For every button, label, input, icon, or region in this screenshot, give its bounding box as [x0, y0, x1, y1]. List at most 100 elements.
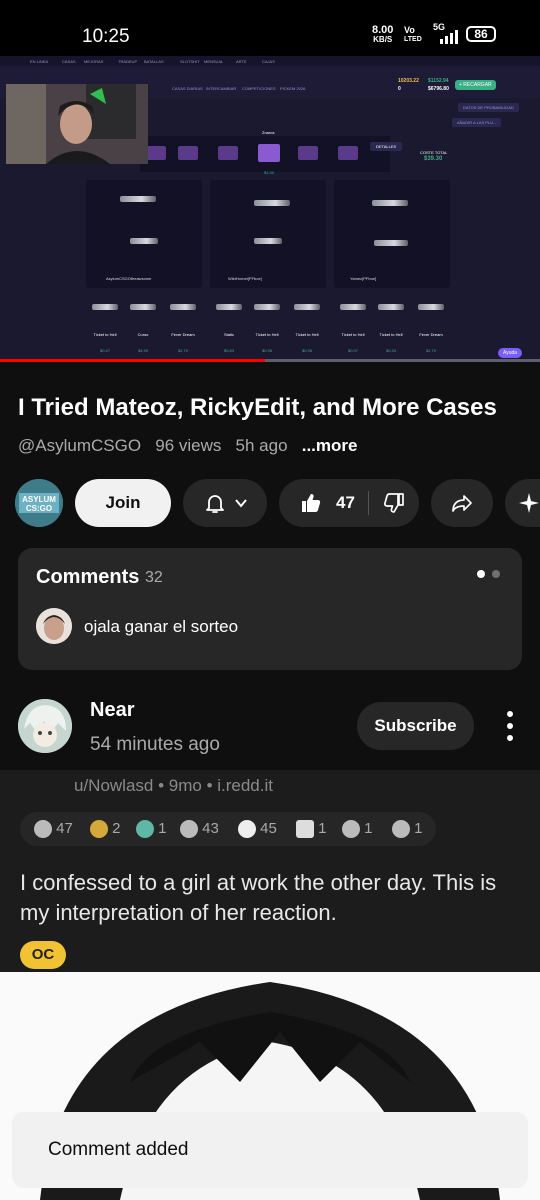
- like-icon[interactable]: [299, 491, 323, 515]
- status-bar: 10:25 8.00 KB/S Vo LTED 5G 86: [0, 0, 540, 56]
- carousel-dot-active: [477, 570, 485, 578]
- more-link[interactable]: ...more: [302, 436, 358, 455]
- item-value: $4.99: [137, 348, 148, 353]
- item-value: $2.79: [425, 348, 436, 353]
- skin-image: [294, 304, 320, 310]
- dislike-icon[interactable]: [382, 491, 406, 515]
- post-headline: I confessed to a girl at work the other …: [20, 870, 497, 925]
- battery-icon: 86: [466, 26, 496, 42]
- comments-section[interactable]: Comments 32 ojala ganar el sorteo: [18, 548, 522, 670]
- cost-value: $39.30: [424, 156, 443, 162]
- post-image[interactable]: u/Nowlasd • 9mo • i.redd.it 47 2 1 43 45…: [0, 770, 540, 972]
- player-name: WildHornet[PFboe]: [228, 276, 262, 281]
- item-value: $2.79: [177, 348, 188, 353]
- item-name: Ticket to Hell: [255, 332, 279, 337]
- site-nav-item: COMPETICIONES: [242, 86, 276, 91]
- channel-avatar[interactable]: ASYLUM CS:GO: [15, 479, 63, 527]
- item-value: $0.07: [347, 348, 358, 353]
- site-balance: 10203.22: [398, 78, 419, 84]
- comments-count: 32: [145, 569, 163, 586]
- remix-button[interactable]: [505, 479, 540, 527]
- video-title[interactable]: I Tried Mateoz, RickyEdit, and More Case…: [18, 394, 528, 422]
- oc-flair: OC: [20, 941, 66, 969]
- item-name: Fever Dream: [171, 332, 195, 337]
- channel-logo-text: ASYLUM CS:GO: [22, 495, 56, 513]
- site-link: CASAS: [62, 59, 76, 64]
- player-card: Yamez[PFboe]: [334, 180, 450, 288]
- upload-age: 5h ago: [235, 436, 288, 455]
- site-link: BATALLAS: [144, 59, 164, 64]
- site-link: CAJAS: [262, 59, 275, 64]
- skin-image: [374, 240, 408, 246]
- facepalm-award-icon: [180, 820, 198, 839]
- case-name: Znarca: [262, 130, 275, 135]
- item-value: $0.33: [385, 348, 396, 353]
- bell-icon: [206, 495, 224, 513]
- details-button: DETALLES: [370, 142, 403, 151]
- snackbar-toast: Comment added: [12, 1112, 528, 1188]
- status-time: 10:25: [82, 26, 130, 47]
- award: 1: [296, 820, 327, 839]
- like-dislike-group: 47: [279, 479, 419, 527]
- carousel-dot: [492, 570, 500, 578]
- site-link: ARTE: [236, 59, 247, 64]
- cost-label: COSTE TOTAL: [420, 150, 448, 155]
- webcam-overlay: [6, 84, 148, 164]
- item-name: Ticket to Hell: [379, 332, 403, 337]
- award: 47: [34, 820, 73, 839]
- item-name: Ticket to Hell: [295, 332, 319, 337]
- item-name: Static: [223, 332, 234, 337]
- volte-indicator: Vo LTED: [404, 26, 422, 44]
- post-source: u/Nowlasd • 9mo • i.redd.it: [74, 776, 273, 795]
- notifications-button[interactable]: [183, 479, 267, 527]
- chevron-down-icon: [235, 499, 247, 508]
- join-button[interactable]: Join: [75, 479, 171, 527]
- press-f-award-icon: [296, 820, 314, 839]
- case-item-selected: [258, 144, 280, 162]
- post-author-name[interactable]: Near: [90, 699, 134, 722]
- signal-icon: [440, 30, 458, 44]
- item-value: $0.96: [261, 348, 272, 353]
- site-balance-3: $6796.80: [428, 86, 449, 92]
- player-card: AsylumCSGOtheawsome: [86, 180, 202, 288]
- case-item: [298, 146, 318, 160]
- probability-button: DATOS DE PROBABILIDAD: [458, 103, 519, 112]
- site-nav-item: CASAS DIARIAS: [172, 86, 203, 91]
- share-icon: [452, 495, 472, 512]
- skin-image: [130, 238, 158, 244]
- case-strip: [140, 136, 390, 172]
- award: 1: [136, 820, 167, 839]
- network-speed: 8.00 KB/S: [372, 25, 393, 45]
- comments-heading: Comments: [36, 566, 140, 588]
- case-item: [338, 146, 358, 160]
- volte-top: Vo: [404, 25, 415, 35]
- more-options-icon[interactable]: [500, 708, 520, 744]
- channel-handle[interactable]: @AsylumCSGO: [18, 436, 141, 455]
- item-name: Fever Dream: [419, 332, 443, 337]
- case-item: [218, 146, 238, 160]
- commenter-photo: [36, 608, 72, 644]
- skin-image: [92, 304, 118, 310]
- item-row: Ticket to Hell Curso Fever Dream $0.47 $…: [86, 296, 202, 356]
- skin-image: [254, 200, 290, 206]
- player-name: Yamez[PFboe]: [350, 276, 377, 281]
- share-button[interactable]: [431, 479, 493, 527]
- post-time: 54 minutes ago: [90, 734, 220, 755]
- author-photo: [18, 699, 72, 753]
- award: 45: [238, 820, 277, 839]
- award: 2: [90, 820, 121, 839]
- video-meta[interactable]: @AsylumCSGO 96 views 5h ago ...more: [18, 436, 357, 456]
- site-link: MEJORAS: [84, 59, 104, 64]
- item-name: Ticket to Hell: [93, 332, 117, 337]
- video-player[interactable]: EN LINEA CASAS MEJORAS TRADEUP BATALLAS …: [0, 56, 540, 362]
- skin-image: [378, 304, 404, 310]
- volte-bottom: LTED: [404, 36, 422, 43]
- subscribe-button[interactable]: Subscribe: [357, 702, 474, 750]
- skin-image: [372, 200, 408, 206]
- network-speed-value: 8.00: [372, 24, 394, 36]
- sparkle-icon: [519, 493, 539, 513]
- post-author-avatar[interactable]: [18, 699, 72, 753]
- item-value: $0.83: [223, 348, 234, 353]
- silver-award-icon: [34, 820, 52, 839]
- case-price: $3.30: [264, 170, 275, 175]
